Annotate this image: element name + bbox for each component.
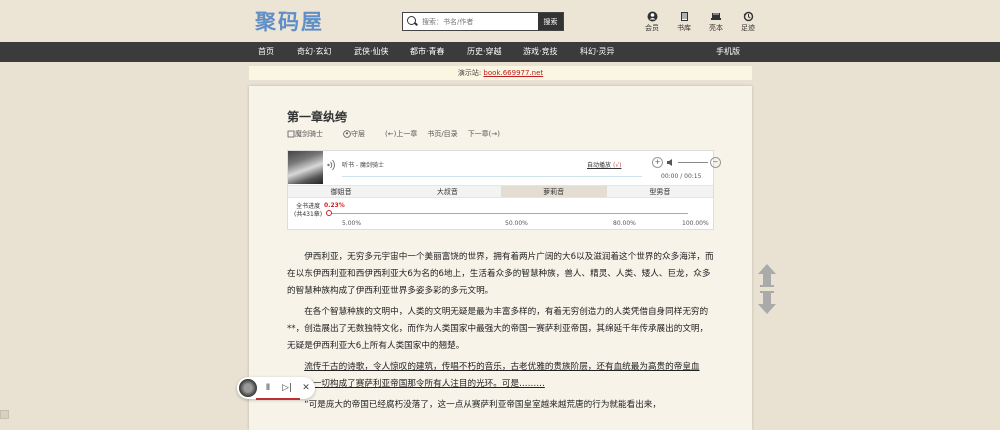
- voice-tab-2[interactable]: 大叔音: [394, 186, 500, 197]
- book-progress-track[interactable]: [328, 213, 688, 214]
- demo-link[interactable]: book.669977.net: [483, 69, 543, 77]
- bright-link[interactable]: 亮本: [700, 10, 732, 33]
- mini-player: Ⅱ ▷| ✕: [237, 377, 315, 399]
- close-button[interactable]: ✕: [298, 383, 314, 393]
- progress-tick: 80.00%: [613, 220, 636, 227]
- book-progress-percent: 0.23%: [324, 202, 345, 209]
- book-icon: [287, 130, 295, 138]
- voice-tab-3[interactable]: 萝莉音: [500, 186, 607, 197]
- progress-tick: 5.00%: [342, 220, 362, 227]
- scroll-down-icon[interactable]: [757, 291, 777, 315]
- paragraph: “可是庞大的帝国已经腐朽没落了，这一点从赛萨利亚帝国皇室越来越荒唐的行为就能看出…: [304, 400, 661, 410]
- chapter-meta: 魔剑骑士 守层 (←)上一章 书页/目录 下一章(→): [287, 129, 510, 139]
- demo-prefix: 演示站:: [457, 69, 482, 77]
- book-progress-handle[interactable]: [326, 210, 332, 216]
- member-label: 会员: [645, 24, 659, 32]
- autoplay-check: (√): [612, 162, 622, 169]
- book-progress-title: 全书进度: [296, 203, 321, 210]
- paragraph: 流传千古的诗歌，令人惊叹的建筑，传唱不朽的音乐，古老优雅的贵族阶层，还有血统最为…: [287, 362, 700, 389]
- progress-tick: 100.00%: [682, 220, 709, 227]
- user-toolbar: 会员 书库 亮本 足迹: [636, 10, 764, 33]
- voice-tab-1[interactable]: 御姐音: [288, 186, 394, 197]
- chapter-title: 第一章纨绔: [287, 110, 348, 124]
- speaker-icon: [667, 159, 672, 166]
- site-logo[interactable]: 聚码屋: [255, 6, 324, 36]
- volume-up-button[interactable]: +: [652, 157, 663, 168]
- site-header: 聚码屋 搜索 会员 书库 亮本 足迹: [0, 0, 1000, 42]
- voice-tab-4[interactable]: 型男音: [607, 186, 713, 197]
- prev-chapter-link[interactable]: (←)上一章: [385, 129, 417, 139]
- autoplay-toggle[interactable]: 自动播放 (√): [587, 160, 621, 169]
- history-link[interactable]: 足迹: [732, 10, 764, 33]
- next-chapter-link[interactable]: 下一章(→): [468, 129, 500, 139]
- audio-player: 听书 - 魔剑骑士 自动播放 (√) + − 00:00 / 00:15 御姐音…: [287, 150, 721, 230]
- nav-item-wuxia[interactable]: 武侠·仙侠: [354, 46, 389, 57]
- nav-item-mobile[interactable]: 手机版: [716, 46, 740, 57]
- pause-button[interactable]: Ⅱ: [260, 383, 276, 393]
- library-link[interactable]: 书库: [668, 10, 700, 33]
- corner-handle[interactable]: [0, 410, 9, 419]
- guard-label: 守层: [351, 130, 365, 138]
- guard-link[interactable]: 守层: [343, 129, 375, 139]
- library-label: 书库: [677, 24, 691, 32]
- volume-down-button[interactable]: −: [710, 157, 721, 168]
- voice-tabs: 御姐音 大叔音 萝莉音 型男音: [288, 185, 713, 198]
- hat-icon: [700, 10, 732, 23]
- nav-item-fantasy[interactable]: 奇幻·玄幻: [297, 46, 332, 57]
- reader-panel: 第一章纨绔 魔剑骑士 守层 (←)上一章 书页/目录 下一章(→) 听书 - 魔…: [249, 86, 752, 430]
- audio-time: 00:00 / 00:15: [661, 173, 702, 180]
- nav-item-history[interactable]: 历史·穿越: [467, 46, 502, 57]
- user-icon: [343, 130, 351, 138]
- audio-progress-track[interactable]: [342, 176, 642, 177]
- mini-cover: [239, 379, 257, 397]
- chapter-text: 伊西利亚，无穷多元宇宙中一个美丽富饶的世界，拥有着两片广阔的大6以及滋润着这个世…: [287, 249, 714, 418]
- volume-slider[interactable]: [678, 162, 708, 163]
- search-button[interactable]: 搜索: [538, 13, 563, 30]
- main-nav: 首页 奇幻·玄幻 武侠·仙侠 都市·青春 历史·穿越 游戏·竞技 科幻·灵异 手…: [0, 42, 1000, 62]
- book-progress-label: 全书进度 (共431章): [294, 203, 322, 219]
- demo-banner: 演示站: book.669977.net: [249, 66, 752, 80]
- author-link[interactable]: 魔剑骑士: [287, 129, 333, 139]
- member-link[interactable]: 会员: [636, 10, 668, 33]
- user-icon: [636, 10, 668, 23]
- history-label: 足迹: [741, 24, 755, 32]
- history-icon: [732, 10, 764, 23]
- nav-item-game[interactable]: 游戏·竞技: [523, 46, 558, 57]
- book-icon: [668, 10, 700, 23]
- nav-item-urban[interactable]: 都市·青春: [410, 46, 445, 57]
- sound-wave-icon: [327, 159, 335, 171]
- search-icon: [403, 13, 419, 30]
- search-bar: 搜索: [402, 12, 564, 31]
- nav-item-scifi[interactable]: 科幻·灵异: [580, 46, 615, 57]
- paragraph: 伊西利亚，无穷多元宇宙中一个美丽富饶的世界，拥有着两片广阔的大6以及滋润着这个世…: [287, 252, 714, 296]
- nav-item-home[interactable]: 首页: [258, 46, 274, 57]
- cover-image: [288, 151, 323, 184]
- search-input[interactable]: [419, 13, 538, 30]
- volume-controls: + −: [652, 157, 721, 168]
- index-link[interactable]: 书页/目录: [427, 129, 457, 139]
- autoplay-label: 自动播放: [587, 162, 612, 169]
- author-name: 魔剑骑士: [295, 130, 323, 138]
- scroll-up-icon[interactable]: [757, 263, 777, 287]
- chapter-count: (共431章): [294, 211, 323, 218]
- player-title: 听书 - 魔剑骑士: [342, 162, 384, 169]
- mini-progress-bar: [256, 398, 300, 400]
- next-track-button[interactable]: ▷|: [279, 383, 295, 393]
- paragraph: 在各个智慧种族的文明中，人类的文明无疑是最为丰富多样的，有着无穷创造力的人类凭借…: [287, 307, 709, 351]
- progress-tick: 50.00%: [505, 220, 528, 227]
- bright-label: 亮本: [709, 24, 723, 32]
